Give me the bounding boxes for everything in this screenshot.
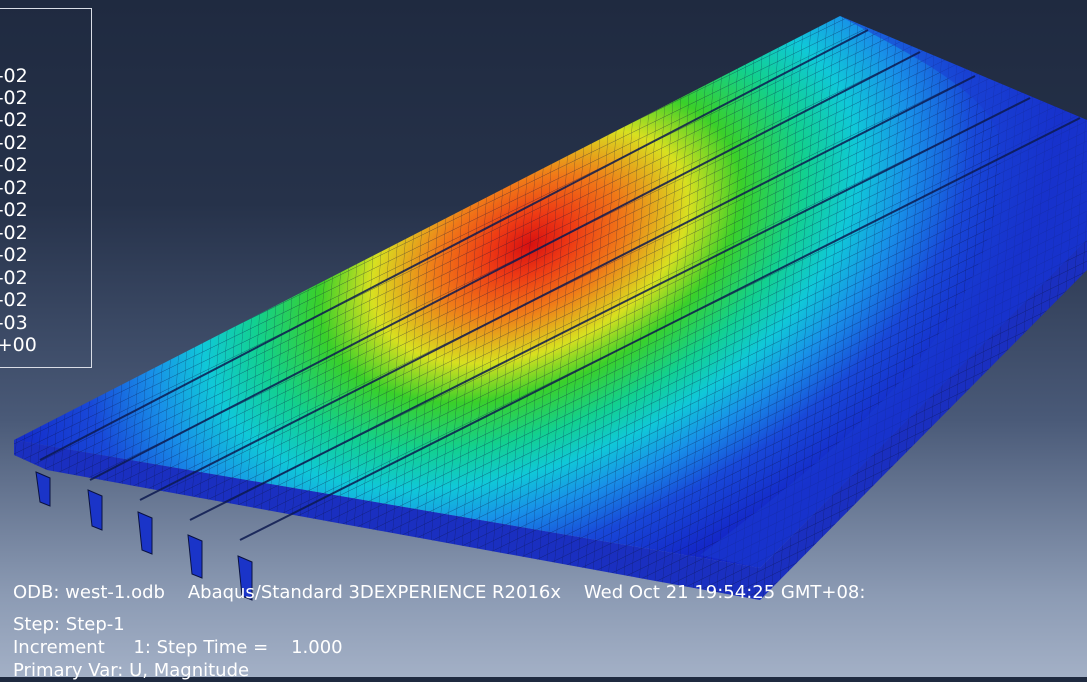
legend-label: e-02 bbox=[0, 267, 28, 289]
legend-label: e-02 bbox=[0, 154, 28, 176]
step-time-value: 1.000 bbox=[291, 637, 343, 658]
step-name: Step: Step-1 bbox=[13, 614, 125, 635]
contour-legend: e e-02 e-02 e-02 e-02 e-02 e-02 e-02 e-0… bbox=[0, 8, 92, 368]
model-viewport[interactable]: e e-02 e-02 e-02 e-02 e-02 e-02 e-02 e-0… bbox=[0, 0, 1087, 681]
legend-label: e-02 bbox=[0, 199, 28, 221]
datetime: Wed Oct 21 19:54:25 GMT+08: bbox=[583, 582, 866, 603]
legend-label: e-02 bbox=[0, 289, 28, 311]
increment-value: 1: Step Time = bbox=[133, 637, 269, 658]
legend-label: e+00 bbox=[0, 334, 37, 356]
primary-var-line: Primary Var: U, Magnitude bbox=[13, 660, 249, 682]
legend-label: e-02 bbox=[0, 177, 28, 199]
legend-label: e-02 bbox=[0, 65, 28, 87]
legend-label: e-02 bbox=[0, 222, 28, 244]
legend-label: e-02 bbox=[0, 87, 28, 109]
step-line: Step: Step-1 bbox=[13, 614, 125, 636]
solver-version: Abaqus/Standard 3DEXPERIENCE R2016x bbox=[187, 582, 562, 603]
deck-contour-plot bbox=[14, 16, 1087, 601]
odb-info-line: ODB: west-1.odb Abaqus/Standard 3DEXPERI… bbox=[13, 582, 865, 604]
legend-label: e-02 bbox=[0, 244, 28, 266]
legend-label: e-02 bbox=[0, 132, 28, 154]
legend-label: e-03 bbox=[0, 312, 28, 334]
increment-label: Increment bbox=[13, 637, 105, 658]
increment-line: Increment 1: Step Time = 1.000 bbox=[13, 637, 343, 659]
odb-name: ODB: west-1.odb bbox=[13, 582, 165, 603]
legend-label: e-02 bbox=[0, 109, 28, 131]
primary-var: Primary Var: U, Magnitude bbox=[13, 660, 250, 681]
